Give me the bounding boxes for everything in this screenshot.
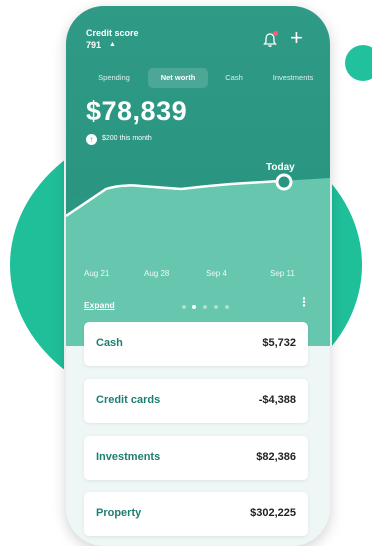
add-icon[interactable]: + [290, 27, 303, 49]
net-worth-value: $78,839 [86, 96, 188, 126]
x-axis-label: Sep 11 [270, 269, 295, 278]
tab-cash[interactable]: Cash [214, 68, 254, 88]
chart-area [66, 178, 330, 346]
page-indicator-dot[interactable] [214, 305, 218, 309]
x-axis-label: Sep 4 [206, 269, 227, 278]
tab-spending[interactable]: Spending [86, 68, 142, 88]
page-indicator-dot[interactable] [182, 305, 186, 309]
x-axis-label: Aug 28 [144, 269, 170, 278]
account-card-investments[interactable]: Investments $82,386 [84, 436, 308, 480]
today-label: Today [266, 162, 295, 173]
page-indicator-dot-active[interactable] [192, 305, 196, 309]
expand-link[interactable]: Expand [84, 300, 115, 310]
net-worth-change: $200 this month [102, 135, 152, 142]
account-value: -$4,388 [258, 394, 296, 406]
more-vertical-icon[interactable]: ⋮ [298, 296, 310, 308]
tab-net-worth[interactable]: Net worth [148, 68, 208, 88]
account-value: $5,732 [262, 337, 296, 349]
today-marker [275, 173, 293, 191]
account-card-property[interactable]: Property $302,225 [84, 492, 308, 536]
x-axis-label: Aug 21 [84, 269, 110, 278]
account-label: Cash [96, 337, 123, 349]
account-label: Credit cards [96, 394, 161, 406]
account-value: $302,225 [250, 507, 296, 519]
notification-dot [273, 31, 278, 36]
page-indicator-dot[interactable] [225, 305, 229, 309]
credit-score-trend-icon: ▲ [109, 41, 116, 48]
account-label: Investments [96, 451, 161, 463]
credit-score-label[interactable]: Credit score [86, 28, 139, 38]
account-label: Property [96, 507, 142, 519]
net-worth-chart [66, 173, 330, 346]
background-dot [345, 45, 372, 81]
page-indicator-dot[interactable] [203, 305, 207, 309]
tab-investments[interactable]: Investments [262, 68, 324, 88]
credit-score-value[interactable]: 791 [86, 40, 101, 50]
phone-frame: Credit score 791 ▲ + Spending Net worth … [66, 6, 330, 546]
arrow-up-icon: ↑ [86, 134, 97, 145]
account-card-credit-cards[interactable]: Credit cards -$4,388 [84, 379, 308, 423]
account-card-cash[interactable]: Cash $5,732 [84, 322, 308, 366]
account-value: $82,386 [256, 451, 296, 463]
